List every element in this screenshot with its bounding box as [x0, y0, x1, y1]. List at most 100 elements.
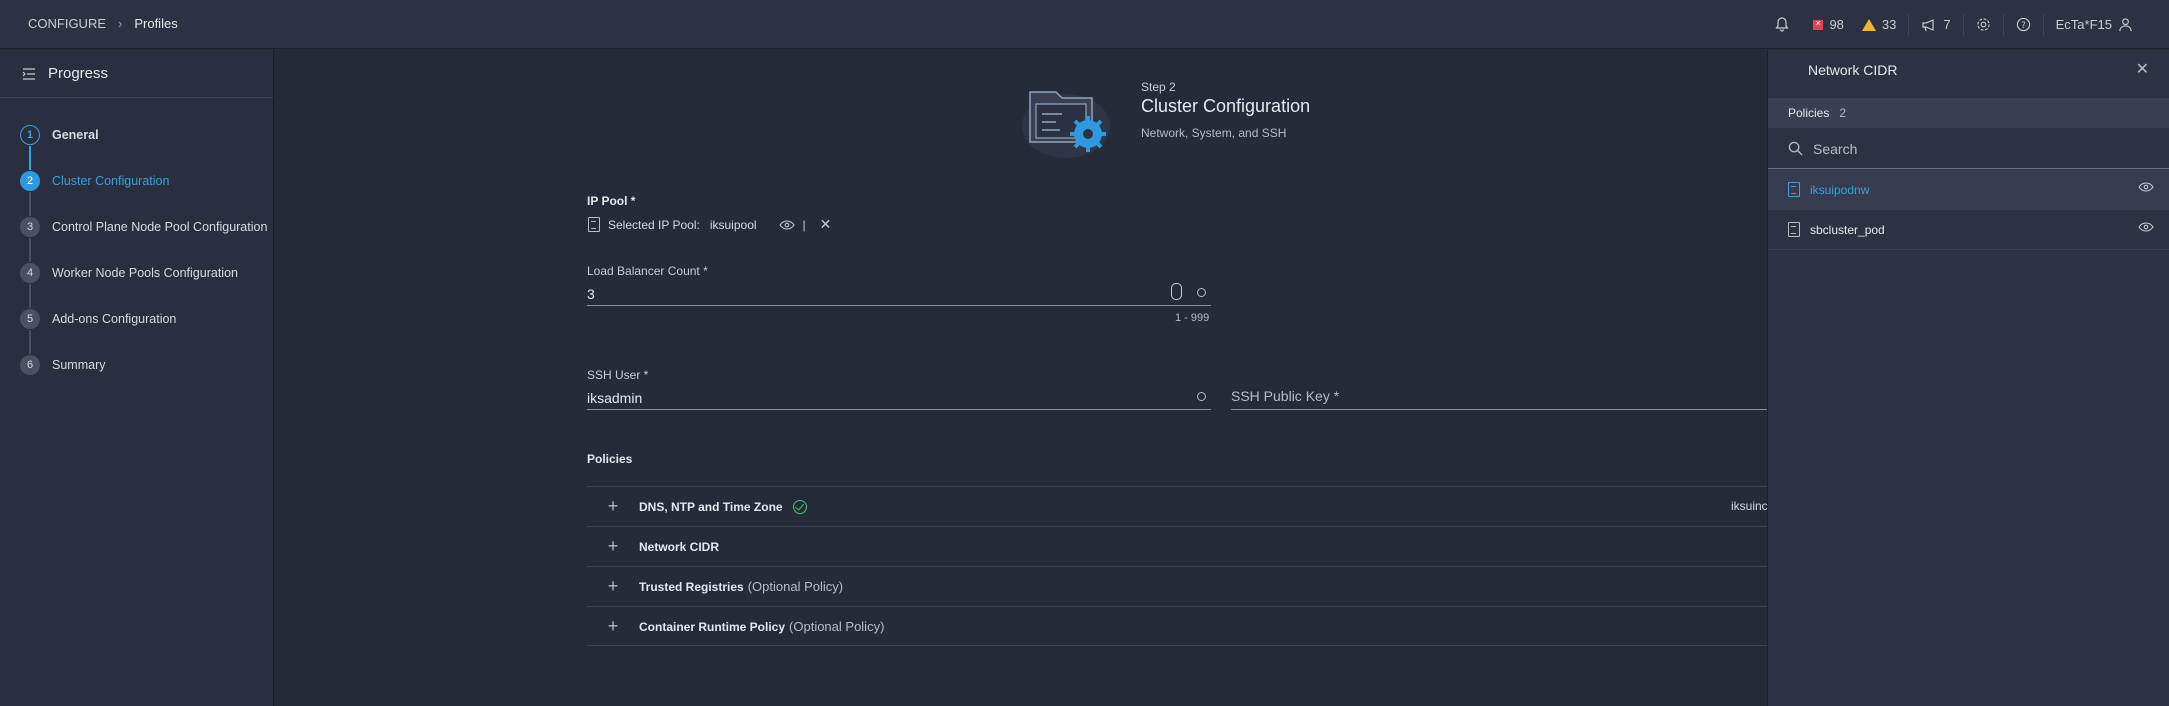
- search-input[interactable]: Search: [1768, 129, 2169, 169]
- ssh-user-value: iksadmin: [587, 390, 643, 406]
- breadcrumb-configure[interactable]: CONFIGURE: [28, 16, 106, 31]
- ssh-public-key-placeholder: SSH Public Key *: [1231, 388, 1340, 404]
- panel-title: Network CIDR: [1808, 62, 1898, 78]
- top-bar: CONFIGURE › Profiles 98 33 7 ? EcTa*F15: [0, 0, 2169, 49]
- plus-icon[interactable]: +: [587, 536, 639, 557]
- step-label: Control Plane Node Pool Configuration: [52, 220, 268, 234]
- sidebar-header: Progress: [0, 50, 273, 98]
- tab-label: Policies: [1788, 106, 1830, 120]
- help-button[interactable]: ?: [2004, 0, 2043, 49]
- eye-icon[interactable]: [778, 219, 795, 230]
- selected-ip-pool-value: iksuipool: [709, 217, 757, 232]
- user-icon: [2119, 18, 2132, 32]
- ssh-user-input[interactable]: iksadmin: [587, 386, 1211, 410]
- sidebar-title: Progress: [48, 65, 109, 82]
- user-menu[interactable]: EcTa*F15: [2044, 0, 2145, 49]
- load-balancer-count-input[interactable]: 3: [587, 282, 1211, 306]
- step-addons[interactable]: 5 Add-ons Configuration: [0, 296, 273, 354]
- policy-name: Container Runtime Policy: [639, 619, 786, 634]
- step-worker-node-pools[interactable]: 4 Worker Node Pools Configuration: [0, 250, 273, 308]
- document-icon: [1788, 182, 1800, 197]
- step-label: Cluster Configuration: [52, 174, 170, 188]
- document-icon: [1788, 222, 1800, 237]
- policy-row-trusted-registries[interactable]: + Trusted Registries (Optional Policy): [587, 566, 1767, 606]
- alarms-button[interactable]: 98 33: [1801, 0, 1908, 49]
- list-item[interactable]: sbcluster_pod: [1768, 210, 2169, 250]
- eye-icon[interactable]: [2138, 182, 2154, 192]
- warning-icon: [1861, 18, 1876, 31]
- plus-icon[interactable]: +: [587, 616, 639, 637]
- plus-icon[interactable]: +: [587, 576, 639, 597]
- ssh-public-key-input[interactable]: SSH Public Key *: [1231, 386, 1767, 410]
- step-general[interactable]: 1 General: [0, 112, 273, 170]
- step-number: 1: [20, 125, 40, 145]
- step-control-plane[interactable]: 3 Control Plane Node Pool Configuration: [0, 204, 273, 262]
- search-placeholder: Search: [1813, 140, 1858, 157]
- announcements-button[interactable]: 7: [1909, 0, 1962, 49]
- tab-count: 2: [1839, 106, 1847, 120]
- collapse-menu-icon[interactable]: [22, 67, 36, 80]
- load-balancer-range-hint: 1 - 999: [1175, 312, 1210, 324]
- progress-sidebar: Progress 1 General 2 Cluster Configurati…: [0, 50, 274, 706]
- search-icon: [1788, 141, 1803, 156]
- close-icon[interactable]: ✕: [820, 216, 832, 233]
- gear-icon: [1976, 18, 1990, 31]
- policy-row-dns-ntp[interactable]: + DNS, NTP and Time Zone iksuinc: [587, 486, 1768, 526]
- breadcrumb-profiles: Profiles: [134, 16, 178, 31]
- load-balancer-value: 3: [587, 286, 595, 302]
- info-icon[interactable]: [1197, 392, 1206, 401]
- policy-name: DNS, NTP and Time Zone: [639, 499, 783, 514]
- tab-policies[interactable]: Policies 2: [1768, 98, 2169, 128]
- cluster-config-illustration-icon: [1022, 91, 1110, 158]
- number-stepper[interactable]: [1171, 283, 1182, 300]
- policy-name: Network CIDR: [639, 539, 720, 554]
- policy-item-name: sbcluster_pod: [1810, 222, 1885, 237]
- step-label: Worker Node Pools Configuration: [52, 266, 238, 280]
- step-number: 5: [20, 309, 40, 329]
- eye-icon[interactable]: [2138, 222, 2154, 232]
- policy-selected-value: iksuinc: [1731, 499, 1768, 513]
- step-label: General: [52, 128, 99, 142]
- step-number: 4: [20, 263, 40, 283]
- warning-count: 33: [1881, 17, 1897, 32]
- list-item[interactable]: iksuipodnw: [1768, 170, 2169, 210]
- plus-icon[interactable]: +: [587, 496, 639, 517]
- policy-row-network-cidr[interactable]: + Network CIDR: [587, 526, 1767, 566]
- step-number: 2: [20, 171, 40, 191]
- policy-selection-panel: Network CIDR ✕ Policies 2 Search iksuipo…: [1767, 50, 2169, 706]
- policies-heading: Policies: [587, 452, 633, 466]
- selected-ip-pool-prefix: Selected IP Pool:: [608, 217, 700, 232]
- bell-icon: [1775, 17, 1790, 32]
- steps-list: 1 General 2 Cluster Configuration 3 Cont…: [0, 98, 273, 388]
- page-subtitle: Network, System, and SSH: [1141, 126, 1287, 140]
- ip-pool-selection: Selected IP Pool: iksuipool | ✕: [588, 216, 831, 233]
- step-indicator: Step 2: [1141, 80, 1176, 94]
- svg-text:?: ?: [2021, 20, 2025, 30]
- chevron-right-icon: ›: [118, 16, 123, 31]
- policy-item-name: iksuipodnw: [1810, 182, 1870, 197]
- ssh-user-label: SSH User *: [587, 368, 649, 382]
- notifications-button[interactable]: [1763, 0, 1801, 49]
- info-icon[interactable]: [1197, 288, 1206, 297]
- header-actions: 98 33 7 ? EcTa*F15: [1763, 0, 2145, 49]
- breadcrumb: CONFIGURE › Profiles: [28, 16, 178, 31]
- document-icon: [588, 217, 600, 232]
- step-number: 3: [20, 217, 40, 237]
- optional-policy-tag: (Optional Policy): [747, 579, 844, 594]
- settings-button[interactable]: [1964, 0, 2003, 49]
- load-balancer-label: Load Balancer Count *: [587, 264, 708, 278]
- step-cluster-configuration[interactable]: 2 Cluster Configuration: [0, 158, 273, 216]
- check-circle-icon: [792, 499, 807, 514]
- divider: [587, 645, 1767, 646]
- step-summary[interactable]: 6 Summary: [0, 342, 273, 388]
- close-icon[interactable]: ✕: [2136, 59, 2149, 79]
- policy-name: Trusted Registries: [639, 579, 744, 594]
- separator-bar: |: [802, 217, 806, 232]
- optional-policy-tag: (Optional Policy): [789, 619, 885, 634]
- announcement-count: 7: [1943, 17, 1951, 32]
- help-icon: ?: [2016, 17, 2030, 32]
- ip-pool-label: IP Pool *: [587, 194, 636, 208]
- error-icon: [1813, 18, 1824, 30]
- policy-row-container-runtime[interactable]: + Container Runtime Policy (Optional Pol…: [587, 606, 1767, 646]
- error-count: 98: [1829, 17, 1844, 32]
